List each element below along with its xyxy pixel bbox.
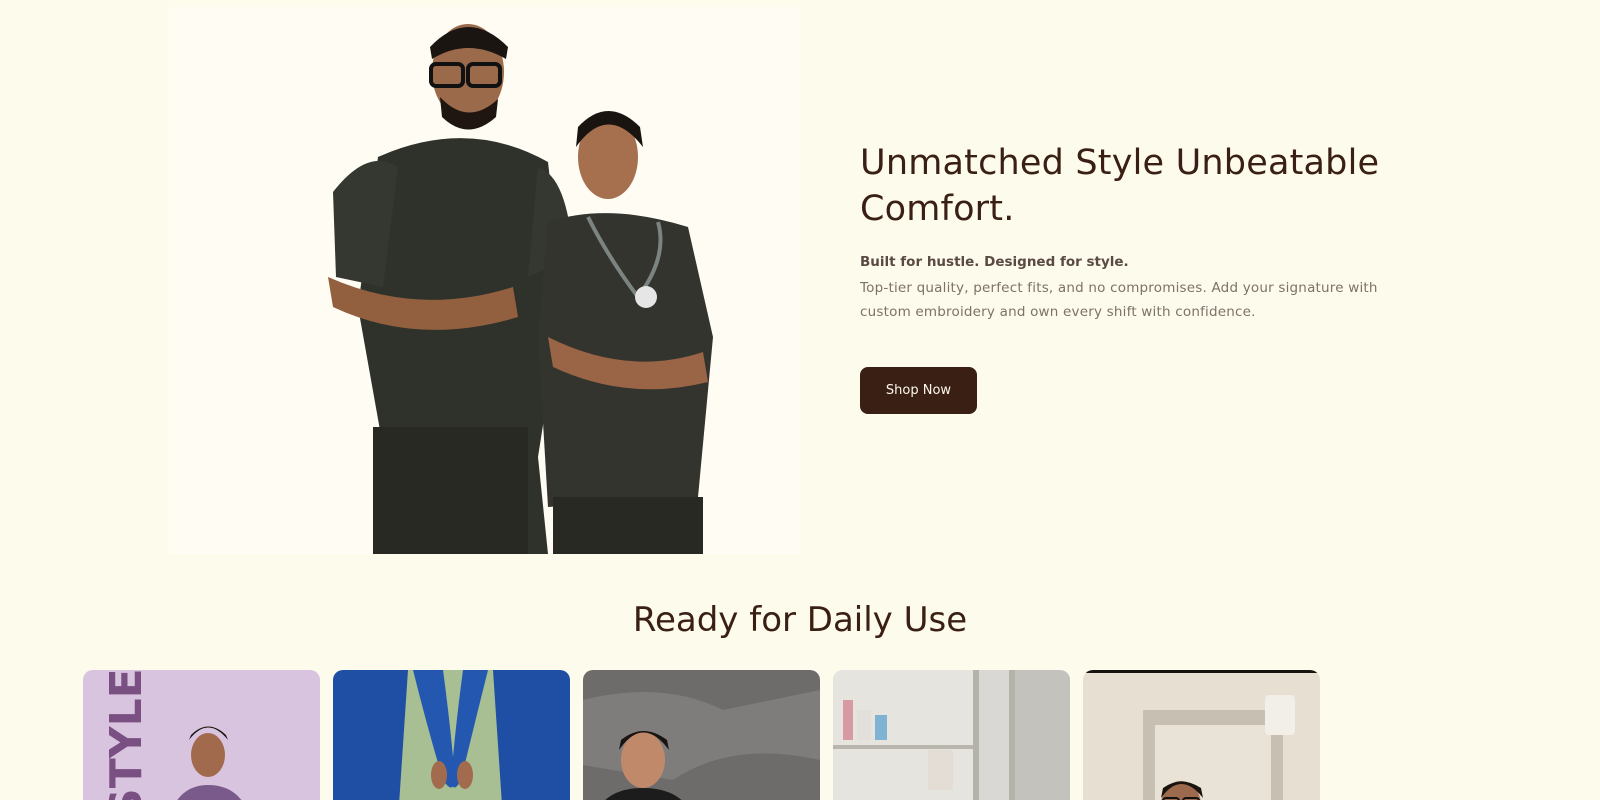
hero-title: Unmatched Style Unbeatable Comfort. <box>860 143 1380 229</box>
video-card-3[interactable] <box>583 670 820 800</box>
hero-body: Top-tier quality, perfect fits, and no c… <box>860 280 1378 320</box>
hero-photo-icon <box>168 7 800 554</box>
section-title-text: Ready for Daily Use <box>632 600 968 640</box>
video-card-4[interactable] <box>833 670 1070 800</box>
card-3-thumbnail-icon <box>583 670 820 800</box>
card-1-thumbnail-icon: STYLE <box>83 670 320 800</box>
hero-lead: Built for hustle. Designed for style. <box>860 254 1129 270</box>
video-card-2[interactable] <box>333 670 570 800</box>
hero-copy: Unmatched Style Unbeatable Comfort. Buil… <box>860 140 1380 324</box>
card-2-thumbnail-icon <box>333 670 570 800</box>
video-card-1[interactable]: STYLE <box>83 670 320 800</box>
video-card-5[interactable] <box>1083 670 1320 800</box>
card-5-thumbnail-icon <box>1083 670 1320 800</box>
card-4-thumbnail-icon <box>833 670 1070 800</box>
section-title: Ready for Daily Use <box>0 600 1600 640</box>
card-1-overlay-text: STYLE <box>101 670 152 800</box>
video-carousel: STYLE <box>83 670 1320 800</box>
shop-now-button[interactable]: Shop Now <box>860 367 977 414</box>
hero-image <box>168 7 800 554</box>
